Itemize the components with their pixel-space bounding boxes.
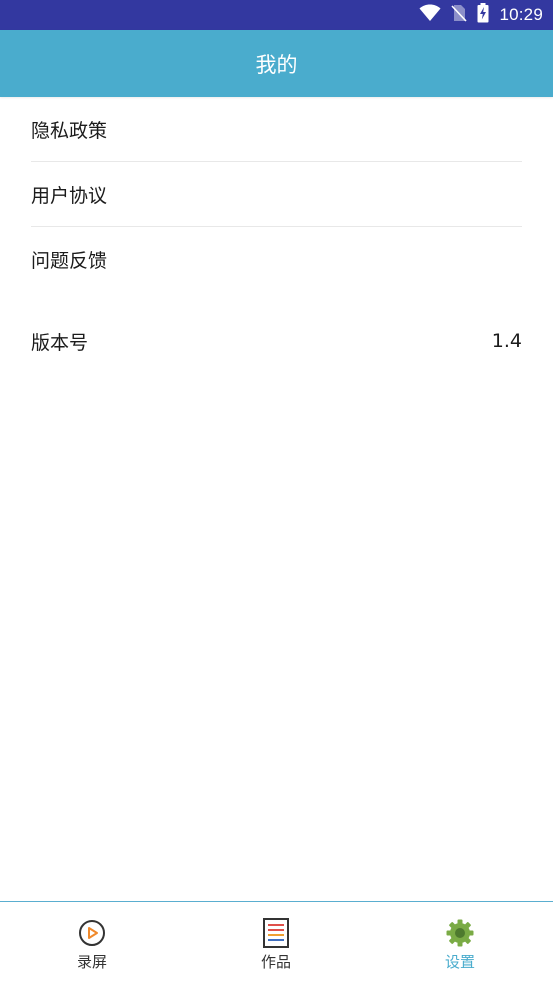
tab-record-label: 录屏 <box>76 953 107 971</box>
tab-settings-label: 设置 <box>444 953 475 971</box>
menu-item-user-agreement[interactable]: 用户协议 <box>31 162 522 227</box>
settings-menu: 隐私政策 用户协议 问题反馈 <box>0 97 553 291</box>
record-play-icon <box>78 918 106 948</box>
tab-works-label: 作品 <box>260 953 291 971</box>
menu-item-feedback[interactable]: 问题反馈 <box>31 227 522 291</box>
menu-item-label: 问题反馈 <box>31 249 108 272</box>
no-sim-icon <box>451 4 468 26</box>
version-label: 版本号 <box>31 331 89 354</box>
tab-works[interactable]: 作品 <box>184 902 368 984</box>
bottom-navigation: 录屏 作品 设置 <box>0 901 553 984</box>
settings-gear-icon <box>446 918 474 948</box>
tab-settings[interactable]: 设置 <box>368 902 552 984</box>
menu-item-privacy-policy[interactable]: 隐私政策 <box>31 97 522 162</box>
tab-record[interactable]: 录屏 <box>0 902 184 984</box>
app-header: 我的 <box>0 30 553 97</box>
page-title: 我的 <box>255 52 298 77</box>
version-row: 版本号 1.4 <box>31 309 522 373</box>
wifi-icon <box>419 4 441 26</box>
status-bar: 10:29 <box>0 0 553 30</box>
status-time: 10:29 <box>499 5 543 24</box>
menu-item-label: 隐私政策 <box>31 119 108 142</box>
battery-charging-icon <box>477 3 489 27</box>
status-icons: 10:29 <box>419 0 543 30</box>
version-value: 1.4 <box>491 330 522 352</box>
menu-item-label: 用户协议 <box>31 184 108 207</box>
works-list-icon <box>262 918 290 948</box>
